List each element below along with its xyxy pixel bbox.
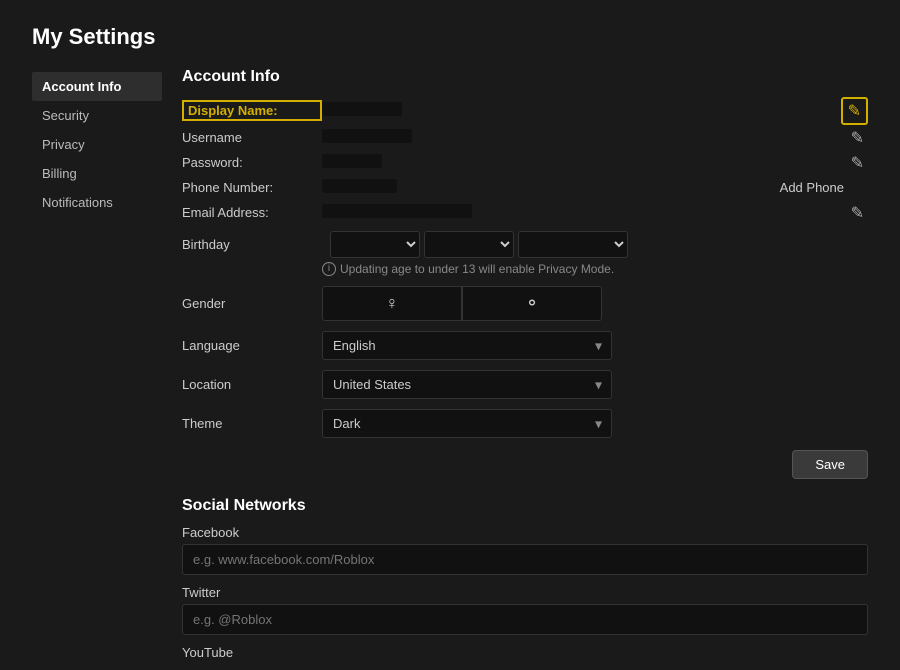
phone-label: Phone Number: — [182, 180, 322, 195]
language-label: Language — [182, 338, 322, 353]
language-select[interactable]: English Spanish French German Portuguese — [322, 331, 612, 360]
birthday-day-select[interactable] — [424, 231, 514, 258]
add-phone-label: Add Phone — [780, 180, 844, 195]
email-label: Email Address: — [182, 205, 322, 220]
facebook-input[interactable] — [182, 544, 868, 575]
gender-female-button[interactable]: ⚬ — [462, 286, 602, 321]
save-button[interactable]: Save — [792, 450, 868, 479]
twitter-label: Twitter — [182, 585, 868, 600]
language-control: English Spanish French German Portuguese — [322, 331, 868, 360]
display-name-edit-button[interactable]: ✎ — [841, 97, 868, 125]
sidebar-item-privacy[interactable]: Privacy — [32, 130, 162, 159]
birthday-inputs — [330, 231, 628, 258]
email-edit-button[interactable]: ✎ — [847, 201, 868, 225]
twitter-input[interactable] — [182, 604, 868, 635]
password-label: Password: — [182, 155, 322, 170]
location-select[interactable]: United States United Kingdom Canada Aust… — [322, 370, 612, 399]
language-row: Language English Spanish French German P… — [182, 331, 868, 360]
save-row: Save — [182, 450, 868, 479]
birthday-row: Birthday — [182, 231, 868, 258]
facebook-label: Facebook — [182, 525, 868, 540]
email-redacted — [322, 204, 472, 218]
location-row: Location United States United Kingdom Ca… — [182, 370, 868, 399]
phone-redacted — [322, 179, 397, 193]
birthday-month-select[interactable] — [330, 231, 420, 258]
youtube-field: YouTube — [182, 645, 868, 660]
location-dropdown-wrapper: United States United Kingdom Canada Aust… — [322, 370, 612, 399]
birthday-label: Birthday — [182, 237, 322, 252]
username-label: Username — [182, 130, 322, 145]
sidebar-item-notifications[interactable]: Notifications — [32, 188, 162, 217]
gender-buttons: ♀ ⚬ — [322, 286, 868, 321]
display-name-row: Display Name: ✎ — [182, 100, 868, 121]
gender-label: Gender — [182, 296, 322, 311]
theme-label: Theme — [182, 416, 322, 431]
social-networks-title: Social Networks — [182, 497, 868, 515]
privacy-note: i Updating age to under 13 will enable P… — [322, 262, 868, 276]
username-redacted — [322, 129, 412, 143]
sidebar-item-account-info[interactable]: Account Info — [32, 72, 162, 101]
display-name-label: Display Name: — [182, 100, 322, 121]
theme-row: Theme Dark Light — [182, 409, 868, 438]
display-name-value — [322, 102, 868, 119]
theme-control: Dark Light — [322, 409, 868, 438]
birthday-year-select[interactable] — [518, 231, 628, 258]
gender-row: Gender ♀ ⚬ — [182, 286, 868, 321]
theme-dropdown-wrapper: Dark Light — [322, 409, 612, 438]
password-redacted — [322, 154, 382, 168]
sidebar: Account Info Security Privacy Billing No… — [32, 68, 162, 670]
gender-male-button[interactable]: ♀ — [322, 286, 462, 321]
password-edit-button[interactable]: ✎ — [847, 151, 868, 175]
language-dropdown-wrapper: English Spanish French German Portuguese — [322, 331, 612, 360]
username-row: Username ✎ — [182, 129, 868, 146]
location-control: United States United Kingdom Canada Aust… — [322, 370, 868, 399]
username-edit-button[interactable]: ✎ — [847, 126, 868, 150]
youtube-label: YouTube — [182, 645, 868, 660]
info-icon: i — [322, 262, 336, 276]
account-info-section-title: Account Info — [182, 68, 868, 86]
username-value — [322, 129, 868, 146]
phone-row: Phone Number: Add Phone — [182, 179, 868, 196]
sidebar-item-billing[interactable]: Billing — [32, 159, 162, 188]
twitter-field: Twitter — [182, 585, 868, 635]
display-name-redacted — [322, 102, 402, 116]
content-area: Account Info Display Name: ✎ Username ✎ … — [162, 68, 868, 670]
password-row: Password: ✎ — [182, 154, 868, 171]
sidebar-item-security[interactable]: Security — [32, 101, 162, 130]
theme-select[interactable]: Dark Light — [322, 409, 612, 438]
page-title: My Settings — [32, 24, 868, 50]
location-label: Location — [182, 377, 322, 392]
email-row: Email Address: ✎ — [182, 204, 868, 221]
facebook-field: Facebook — [182, 525, 868, 575]
email-value — [322, 204, 868, 221]
password-value — [322, 154, 868, 171]
